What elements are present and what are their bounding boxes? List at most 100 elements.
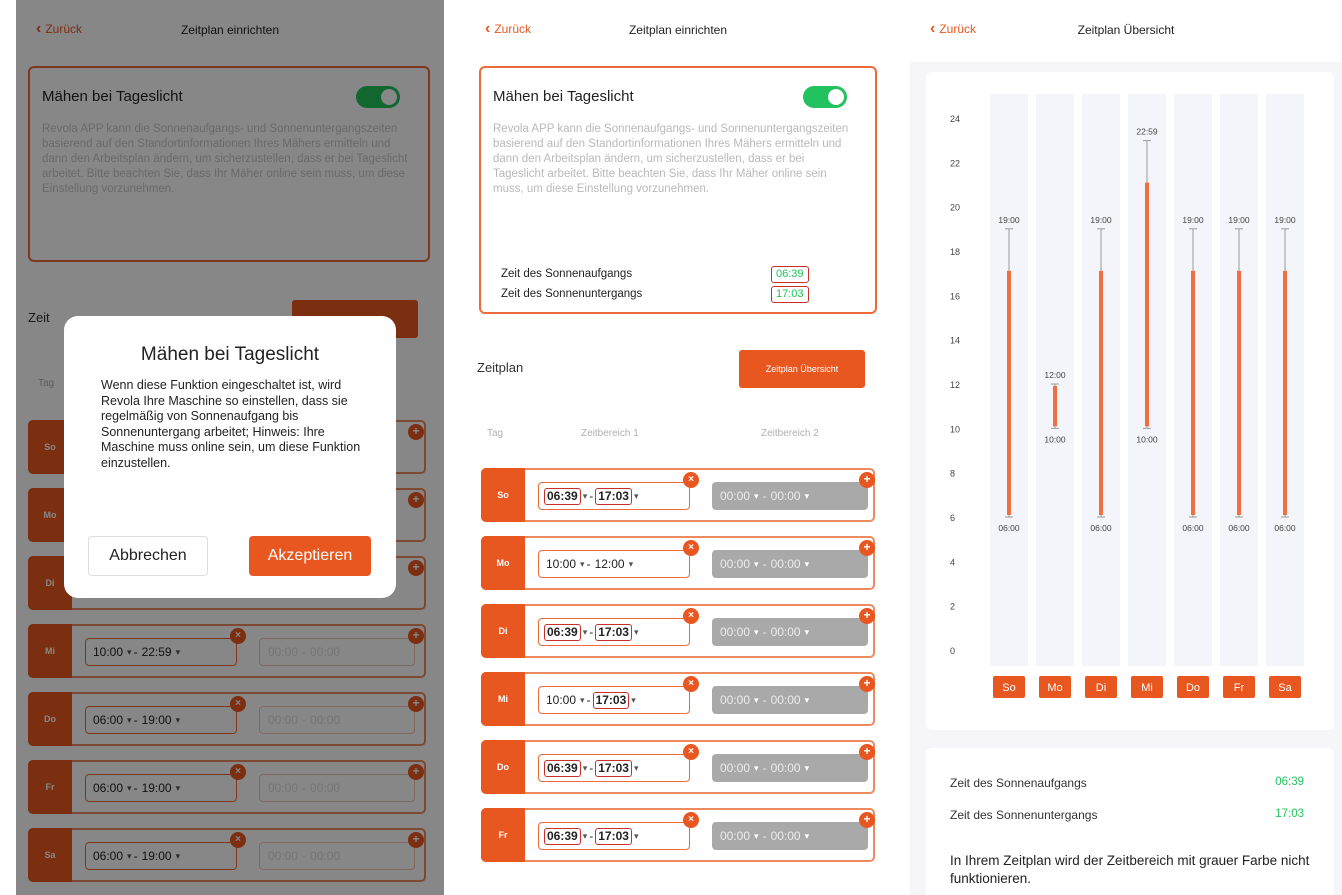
schedule-header: Zeitplan Zeitplan Übersicht — [465, 330, 891, 410]
chevron-down-icon: ▾ — [582, 626, 588, 637]
time-range-2-disabled[interactable]: 00:00 ▾ -00:00 ▾ — [712, 550, 868, 578]
y-tick-label: 22 — [950, 158, 960, 168]
range-bar — [1237, 270, 1241, 515]
remove-range-icon[interactable]: × — [683, 540, 699, 556]
end-time[interactable]: 17:03 — [595, 487, 632, 505]
start-time-label: 06:00 — [1228, 523, 1250, 533]
chevron-down-icon: ▾ — [633, 830, 639, 841]
chevron-down-icon: ▾ — [804, 626, 810, 637]
range-bar — [1053, 386, 1057, 427]
end-time[interactable]: 17:03 — [595, 827, 632, 845]
start-time: 00:00 — [720, 489, 751, 503]
end-time: 00:00 — [770, 557, 801, 571]
end-time-label: 19:00 — [1228, 215, 1250, 225]
sunrise-value: 06:39 — [1275, 776, 1304, 788]
setup-screen: ‹ Zurück Zeitplan einrichten Mähen bei Ta… — [465, 0, 891, 895]
remove-range-icon[interactable]: × — [683, 472, 699, 488]
chevron-down-icon: ▾ — [754, 558, 759, 569]
add-range-icon[interactable]: + — [859, 744, 875, 760]
remove-range-icon[interactable]: × — [683, 676, 699, 692]
x-tick-label: Sa — [1278, 682, 1292, 694]
daylight-toggle[interactable] — [803, 86, 847, 108]
chevron-down-icon: ▾ — [804, 830, 810, 841]
day-row-mi: Mi 10:00 ▾ -17:03 ▾ × 00:00 ▾ -00:00 ▾ + — [481, 672, 875, 726]
end-time[interactable]: 17:03 — [595, 623, 632, 641]
end-time-label: 19:00 — [998, 215, 1020, 225]
nav-bar: ‹ Zurück Zeitplan Übersicht — [910, 0, 1342, 62]
range-bar — [1007, 270, 1011, 515]
chevron-down-icon: ▾ — [582, 490, 588, 501]
time-range-1[interactable]: 06:39 ▾ -17:03 ▾ — [538, 482, 690, 510]
time-range-2-disabled[interactable]: 00:00 ▾ -00:00 ▾ — [712, 618, 868, 646]
range-separator: - — [762, 557, 767, 571]
chevron-down-icon: ▾ — [582, 762, 588, 773]
add-range-icon[interactable]: + — [859, 812, 875, 828]
start-time[interactable]: 06:39 — [544, 623, 581, 641]
start-time: 00:00 — [720, 557, 751, 571]
daylight-card: Mähen bei Tageslicht Revola APP kann die… — [479, 66, 877, 314]
schedule-chart-card: 0 2 4 6 8 10 12 14 16 18 20 22 24 19:00 06:00 So 12:00 10… — [926, 72, 1334, 730]
schedule-label: Zeitplan — [477, 360, 524, 375]
add-range-icon[interactable]: + — [859, 540, 875, 556]
start-time[interactable]: 06:39 — [544, 827, 581, 845]
info-card: Zeit des Sonnenaufgangs 06:39 Zeit des S… — [926, 748, 1334, 895]
time-range-2-disabled[interactable]: 00:00 ▾ -00:00 ▾ — [712, 754, 868, 782]
y-tick-label: 2 — [950, 602, 955, 612]
chevron-down-icon: ▾ — [804, 558, 810, 569]
remove-range-icon[interactable]: × — [683, 608, 699, 624]
y-tick-label: 20 — [950, 203, 960, 213]
chevron-down-icon: ▾ — [580, 694, 585, 705]
range-separator: - — [762, 489, 767, 503]
end-time[interactable]: 17:03 — [592, 691, 630, 709]
daylight-description: Revola APP kann die Sonnenaufgangs- und … — [493, 123, 849, 195]
time-range-2-disabled[interactable]: 00:00 ▾ -00:00 ▾ — [712, 482, 868, 510]
end-time-label: 19:00 — [1090, 215, 1112, 225]
start-time[interactable]: 10:00 — [544, 557, 578, 571]
end-time: 00:00 — [770, 693, 801, 707]
chevron-down-icon: ▾ — [804, 490, 810, 501]
range-separator: - — [589, 829, 594, 843]
remove-range-icon[interactable]: × — [683, 812, 699, 828]
sunset-label: Zeit des Sonnenuntergangs — [950, 808, 1098, 822]
add-range-icon[interactable]: + — [859, 608, 875, 624]
chevron-down-icon: ▾ — [754, 694, 759, 705]
remove-range-icon[interactable]: × — [683, 744, 699, 760]
dialog-body: Wenn diese Funktion eingeschaltet ist, w… — [101, 378, 361, 470]
range-bar — [1099, 270, 1103, 515]
add-range-icon[interactable]: + — [859, 676, 875, 692]
range-bar — [1283, 270, 1287, 515]
end-time[interactable]: 12:00 — [593, 557, 627, 571]
range-separator: - — [762, 829, 767, 843]
chevron-down-icon: ▾ — [633, 490, 639, 501]
time-range-2-disabled[interactable]: 00:00 ▾ -00:00 ▾ — [712, 686, 868, 714]
y-tick-label: 6 — [950, 513, 955, 523]
sunrise-label: Zeit des Sonnenaufgangs — [501, 268, 633, 280]
cancel-button[interactable]: Abbrechen — [88, 536, 208, 576]
accept-button[interactable]: Akzeptieren — [249, 536, 371, 576]
time-range-1[interactable]: 06:39 ▾ -17:03 ▾ — [538, 822, 690, 850]
chevron-down-icon: ▾ — [754, 830, 759, 841]
end-time: 00:00 — [770, 489, 801, 503]
start-time[interactable]: 10:00 — [544, 693, 578, 707]
chevron-down-icon: ▾ — [628, 558, 634, 569]
time-range-1[interactable]: 10:00 ▾ -12:00 ▾ — [538, 550, 690, 578]
range-bar — [1191, 270, 1195, 515]
overview-button[interactable]: Zeitplan Übersicht — [739, 350, 865, 388]
schedule-chart: 02468101214161820222419:0006:00So12:0010… — [950, 94, 1304, 698]
start-time[interactable]: 06:39 — [544, 759, 581, 777]
end-time-label: 22:59 — [1136, 127, 1158, 137]
start-time[interactable]: 06:39 — [544, 487, 581, 505]
time-range-1[interactable]: 10:00 ▾ -17:03 ▾ — [538, 686, 690, 714]
chevron-down-icon: ▾ — [582, 830, 588, 841]
y-tick-label: 10 — [950, 424, 960, 434]
time-range-1[interactable]: 06:39 ▾ -17:03 ▾ — [538, 754, 690, 782]
day-tag: Fr — [481, 808, 525, 862]
range-separator: - — [762, 625, 767, 639]
chevron-down-icon: ▾ — [754, 490, 759, 501]
time-range-1[interactable]: 06:39 ▾ -17:03 ▾ — [538, 618, 690, 646]
start-time: 00:00 — [720, 829, 751, 843]
sun-time-labels: Zeit des Sonnenaufgangs Zeit des Sonnenu… — [501, 264, 642, 304]
end-time[interactable]: 17:03 — [595, 759, 632, 777]
add-range-icon[interactable]: + — [859, 472, 875, 488]
time-range-2-disabled[interactable]: 00:00 ▾ -00:00 ▾ — [712, 822, 868, 850]
